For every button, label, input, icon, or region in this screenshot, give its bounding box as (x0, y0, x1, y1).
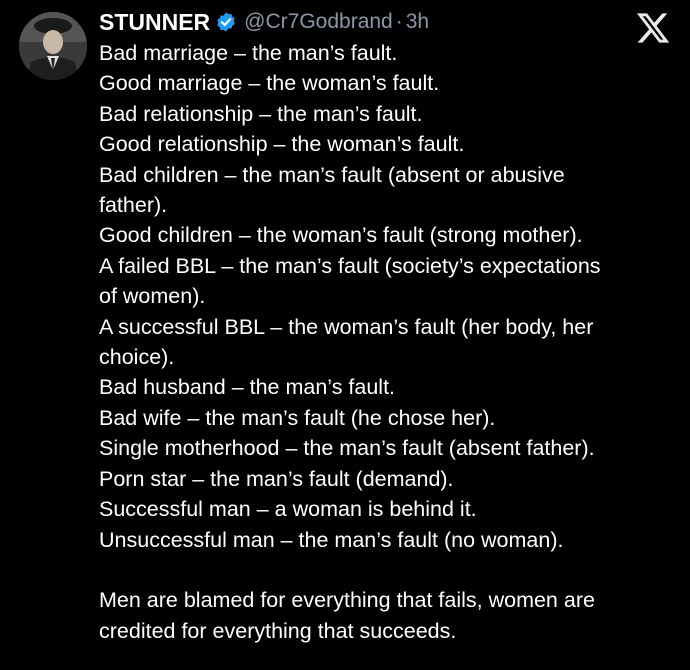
display-name[interactable]: STUNNER (99, 9, 210, 36)
author-handle[interactable]: @Cr7Godbrand (244, 10, 393, 34)
tweet-line: Good relationship – the woman’s fault. (99, 132, 465, 157)
verified-badge-icon (217, 12, 235, 32)
tweet-line: Successful man – a woman is behind it. (99, 497, 477, 522)
tweet-line: Single motherhood – the man’s fault (abs… (99, 436, 595, 461)
closing-line: credited for everything that succeeds. (99, 618, 457, 643)
tweet-line: Good marriage – the woman’s fault. (99, 71, 440, 96)
tweet-line: Bad marriage – the man’s fault. (99, 41, 398, 65)
tweet-line: Bad children – the man’s fault (absent o… (99, 162, 565, 187)
avatar[interactable] (19, 12, 87, 80)
tweet: STUNNER @Cr7Godbrand · 3h Bad marriage –… (0, 0, 690, 670)
tweet-line: Unsuccessful man – the man’s fault (no w… (99, 527, 564, 552)
timestamp[interactable]: 3h (406, 10, 429, 34)
tweet-line: Bad relationship – the man’s fault. (99, 101, 423, 126)
tweet-line: Bad wife – the man’s fault (he chose her… (99, 405, 496, 430)
tweet-line: choice). (99, 345, 175, 370)
avatar-image (19, 12, 87, 80)
tweet-line: Porn star – the man’s fault (demand). (99, 466, 454, 491)
separator-dot: · (395, 10, 403, 33)
tweet-line: father). (99, 193, 168, 218)
closing-line: Men are blamed for everything that fails… (99, 588, 595, 613)
tweet-line: Good children – the woman’s fault (stron… (99, 223, 583, 248)
paragraph-break (99, 555, 679, 585)
tweet-line: A failed BBL – the man’s fault (society’… (99, 253, 601, 278)
tweet-text: Bad marriage – the man’s fault. Good mar… (99, 38, 679, 646)
tweet-header: STUNNER @Cr7Godbrand · 3h (99, 7, 429, 37)
tweet-line: of women). (99, 284, 206, 309)
tweet-line: A successful BBL – the woman’s fault (he… (99, 314, 594, 339)
tweet-line: Bad husband – the man’s fault. (99, 375, 396, 400)
